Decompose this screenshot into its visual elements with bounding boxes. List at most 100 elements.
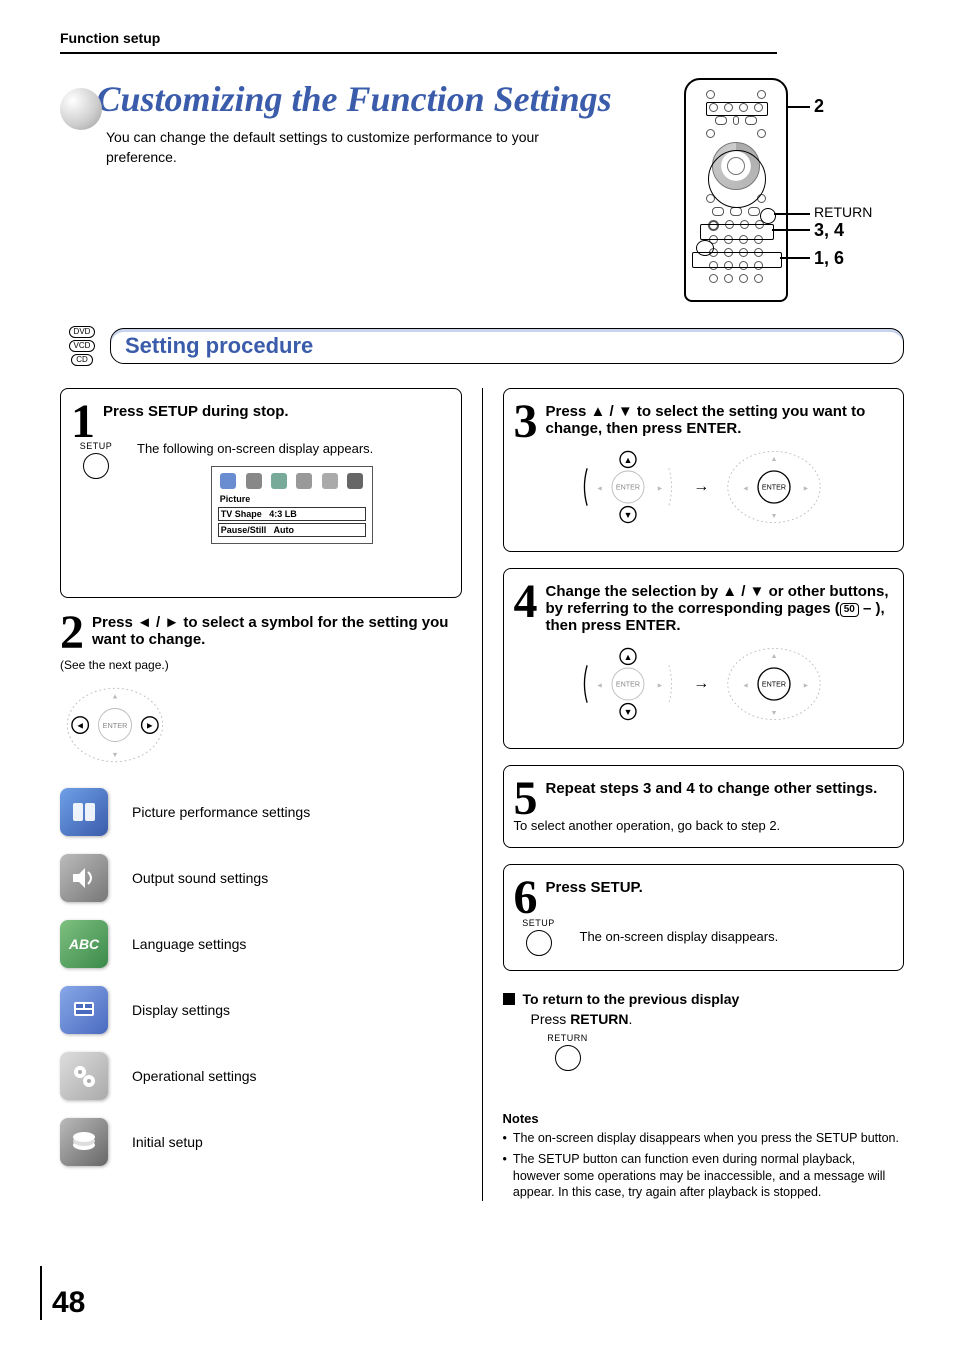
page-ref-badge: 50 <box>840 603 859 617</box>
step-6-text: The on-screen display disappears. <box>580 929 779 944</box>
osd-row-tvshape: TV Shape 4:3 LB <box>218 507 366 521</box>
remote-callout-2: 2 <box>814 96 824 117</box>
category-label: Display settings <box>132 1002 230 1018</box>
svg-text:►: ► <box>803 485 810 493</box>
step-5-text: To select another operation, go back to … <box>514 818 890 833</box>
osd-row-picture: Picture <box>218 493 366 505</box>
svg-text:ENTER: ENTER <box>616 484 640 492</box>
category-row-sound: Output sound settings <box>60 854 462 902</box>
display-icon <box>60 986 108 1034</box>
svg-text:◄: ◄ <box>76 721 85 731</box>
step-1: 1 Press SETUP during stop. SETUP The fol… <box>60 388 462 598</box>
step-3-head: Press ▲ / ▼ to select the setting you wa… <box>514 403 890 437</box>
return-heading: To return to the previous display <box>503 991 905 1007</box>
svg-text:►: ► <box>145 721 154 731</box>
remote-callout-return: RETURN <box>814 204 872 220</box>
remote-callout-1-6: 1, 6 <box>814 248 844 269</box>
category-label: Language settings <box>132 936 246 952</box>
tag-vcd: VCD <box>69 340 96 352</box>
svg-text:▲: ▲ <box>624 455 633 465</box>
svg-text:▲: ▲ <box>111 691 118 700</box>
osd-cell: Auto <box>273 525 294 535</box>
return-text: Press RETURN. <box>531 1011 905 1027</box>
remote-diagram: 2 RETURN 3, 4 1, 6 <box>684 78 904 302</box>
title-ornament <box>60 88 102 130</box>
step-6: 6 Press SETUP. SETUP The on-screen displ… <box>503 864 905 970</box>
dpad-ud-icon: ▲ ▼ ENTER ◄ ► <box>573 644 683 724</box>
category-label: Picture performance settings <box>132 804 310 820</box>
svg-text:▼: ▼ <box>111 750 118 759</box>
header-rule <box>60 52 777 54</box>
step-3: 3 Press ▲ / ▼ to select the setting you … <box>503 388 905 552</box>
svg-text:▼: ▼ <box>624 510 633 520</box>
operational-icon <box>60 1052 108 1100</box>
return-text-pre: Press <box>531 1011 571 1027</box>
svg-text:◄: ◄ <box>596 485 603 493</box>
return-text-post: . <box>629 1011 633 1027</box>
svg-text:▲: ▲ <box>771 455 778 463</box>
svg-text:ENTER: ENTER <box>762 484 786 492</box>
arrow-icon: → <box>693 675 709 693</box>
svg-text:►: ► <box>657 682 664 690</box>
sound-icon <box>60 854 108 902</box>
column-divider <box>482 388 483 1201</box>
svg-text:▼: ▼ <box>624 707 633 717</box>
step-1-head: Press SETUP during stop. <box>71 403 447 420</box>
osd-icon <box>246 473 262 489</box>
notes-item: The SETUP button can function even durin… <box>503 1151 905 1202</box>
step-5-head: Repeat steps 3 and 4 to change other set… <box>514 780 890 797</box>
arrow-icon: → <box>693 478 709 496</box>
notes-item-text: The SETUP button can function even durin… <box>513 1151 904 1202</box>
svg-text:▲: ▲ <box>771 652 778 660</box>
svg-text:◄: ◄ <box>742 682 749 690</box>
initial-setup-icon <box>60 1118 108 1166</box>
procedure-heading: Setting procedure <box>110 328 904 364</box>
setup-button-label: SETUP <box>80 441 113 451</box>
osd-cell: Pause/Still <box>221 525 267 535</box>
step-6-head: Press SETUP. <box>514 879 890 896</box>
remote-callout-3-4: 3, 4 <box>814 220 844 241</box>
step-2-number: 2 <box>60 614 84 652</box>
step-4: 4 Change the selection by ▲ / ▼ or other… <box>503 568 905 749</box>
dpad-lr-icon: ENTER ◄ ► ▲ ▼ <box>60 680 170 770</box>
svg-text:ENTER: ENTER <box>616 681 640 689</box>
osd-icon <box>220 473 236 489</box>
osd-preview: Picture TV Shape 4:3 LB Pause/Still Auto <box>211 466 373 544</box>
page-title: Customizing the Function Settings <box>96 79 611 119</box>
step-6-number: 6 <box>514 879 538 917</box>
osd-cell: 4:3 LB <box>269 509 297 519</box>
category-row-language: ABC Language settings <box>60 920 462 968</box>
step-2-note: (See the next page.) <box>60 658 462 672</box>
step-1-number: 1 <box>71 403 95 441</box>
svg-text:ENTER: ENTER <box>103 721 128 730</box>
step-2-head: Press ◄ / ► to select a symbol for the s… <box>60 614 462 648</box>
notes-item-text: The on-screen display disappears when yo… <box>513 1130 899 1147</box>
category-label: Operational settings <box>132 1068 257 1084</box>
notes-item: The on-screen display disappears when yo… <box>503 1130 905 1147</box>
osd-icon <box>347 473 363 489</box>
dpad-enter-icon: ENTER ▲ ▼ ◄ ► <box>719 644 829 724</box>
dpad-ud-icon: ▲ ▼ ENTER ◄ ► <box>573 447 683 527</box>
notes-heading: Notes <box>503 1111 905 1126</box>
return-button-icon: RETURN <box>543 1033 593 1071</box>
dpad-enter-icon: ENTER ▲ ▼ ◄ ► <box>719 447 829 527</box>
step-4-number: 4 <box>514 583 538 621</box>
svg-text:►: ► <box>657 485 664 493</box>
step-3-number: 3 <box>514 403 538 441</box>
picture-icon <box>60 788 108 836</box>
svg-text:▼: ▼ <box>771 512 778 520</box>
category-row-picture: Picture performance settings <box>60 788 462 836</box>
osd-icon <box>322 473 338 489</box>
section-header: Function setup <box>60 30 904 46</box>
return-text-bold: RETURN <box>570 1011 628 1027</box>
step-5: 5 Repeat steps 3 and 4 to change other s… <box>503 765 905 848</box>
svg-text:◄: ◄ <box>742 485 749 493</box>
disc-type-tags: DVD VCD CD <box>60 326 104 366</box>
setup-button-label: SETUP <box>522 918 555 928</box>
svg-text:ENTER: ENTER <box>762 681 786 689</box>
category-row-operational: Operational settings <box>60 1052 462 1100</box>
svg-text:►: ► <box>803 682 810 690</box>
step-1-text: The following on-screen display appears. <box>137 441 447 456</box>
osd-icon <box>296 473 312 489</box>
step-5-number: 5 <box>514 780 538 818</box>
